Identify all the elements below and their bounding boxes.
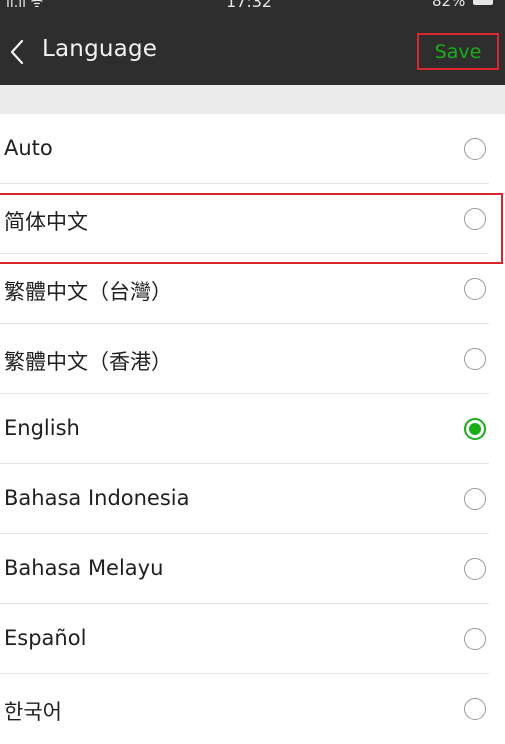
status-bar: ıl.ıl ᯤ 17:32 82% [0,0,505,12]
language-label: 한국어 [4,700,62,724]
language-option-traditional-chinese-hongkong[interactable]: 繁體中文（香港） [0,324,505,394]
language-label: 繁體中文（香港） [4,350,172,374]
radio-button-icon[interactable] [464,558,486,580]
radio-button-icon[interactable] [464,488,486,510]
battery-percent: 82% [432,0,466,10]
language-option-espanol[interactable]: Español [0,604,505,674]
language-label: English [4,416,80,440]
page-title: Language [42,36,158,62]
chevron-left-icon [10,39,24,65]
save-button[interactable]: Save [417,33,499,70]
language-option-simplified-chinese[interactable]: 简体中文 [0,184,505,254]
battery-icon [473,0,493,5]
language-label: 简体中文 [4,210,88,234]
radio-button-icon[interactable] [464,698,486,720]
language-option-bahasa-indonesia[interactable]: Bahasa Indonesia [0,464,505,534]
signal-indicator: ıl.ıl ᯤ [6,0,44,11]
radio-button-icon[interactable] [464,208,486,230]
section-separator [0,85,505,114]
radio-button-icon[interactable] [464,348,486,370]
radio-button-icon[interactable] [464,278,486,300]
language-option-auto[interactable]: Auto [0,114,505,184]
top-bar: ıl.ıl ᯤ 17:32 82% Language Save [0,0,505,85]
status-time: 17:32 [226,0,273,11]
language-label: Bahasa Indonesia [4,486,190,510]
language-option-bahasa-melayu[interactable]: Bahasa Melayu [0,534,505,604]
language-label: Español [4,626,87,650]
back-button[interactable] [0,30,34,74]
language-label: Auto [4,136,53,160]
language-label: 繁體中文（台灣） [4,280,172,304]
language-label: Bahasa Melayu [4,556,164,580]
radio-button-icon[interactable] [464,628,486,650]
language-option-traditional-chinese-taiwan[interactable]: 繁體中文（台灣） [0,254,505,324]
radio-button-icon[interactable] [464,138,486,160]
radio-button-checked-icon[interactable] [464,418,486,440]
language-option-korean[interactable]: 한국어 [0,674,505,744]
language-option-english[interactable]: English [0,394,505,464]
language-list: Auto 简体中文 繁體中文（台灣） 繁體中文（香港） English Baha… [0,114,505,744]
